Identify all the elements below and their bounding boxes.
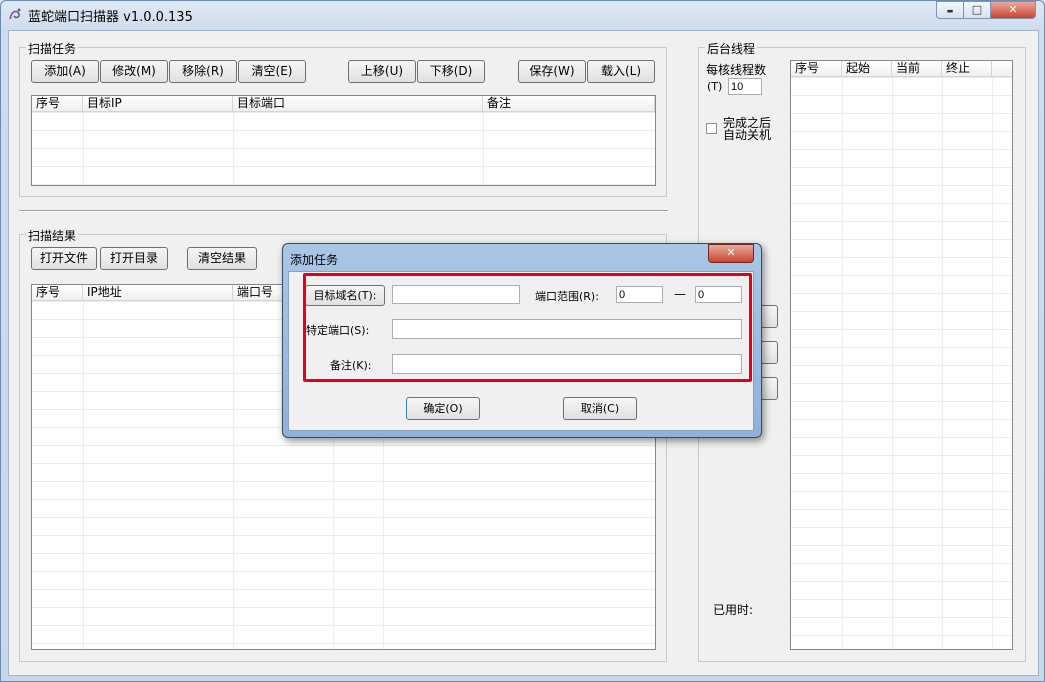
window-title: 蓝蛇端口扫描器 v1.0.0.135	[28, 10, 193, 25]
separator	[19, 210, 668, 212]
column-header[interactable]: 目标端口	[233, 96, 483, 111]
column-header[interactable]: 序号	[791, 61, 842, 76]
ok-button[interactable]: 确定(O)	[406, 397, 480, 420]
auto-shutdown-label: 完成之后 自动关机	[723, 117, 771, 141]
auto-shutdown-checkbox[interactable]	[706, 123, 717, 134]
threads-label: 后台线程	[705, 40, 758, 57]
column-header[interactable]: 序号	[32, 96, 83, 111]
maximize-icon: □	[971, 3, 983, 16]
maximize-button[interactable]: □	[963, 1, 991, 19]
task-list-rows	[32, 112, 655, 185]
open-directory-button[interactable]: 打开目录	[100, 247, 168, 270]
minimize-icon: ▬	[946, 7, 954, 15]
per-core-threads-label: 每核线程数	[706, 63, 767, 77]
column-header[interactable]: 序号	[32, 285, 83, 300]
column-header[interactable]: 起始	[842, 61, 892, 76]
move-up-button[interactable]: 上移(U)	[348, 60, 416, 83]
elapsed-time-label: 已用时:	[713, 603, 754, 617]
threads-list[interactable]: 序号 起始 当前 终止	[790, 60, 1013, 650]
clear-tasks-button[interactable]: 清空(E)	[238, 60, 306, 83]
app-icon	[9, 8, 21, 20]
per-core-threads-input[interactable]	[728, 78, 762, 95]
task-list-header: 序号 目标IP 目标端口 备注	[32, 96, 655, 112]
column-header[interactable]: IP地址	[83, 285, 233, 300]
save-button[interactable]: 保存(W)	[518, 60, 586, 83]
close-icon: ✕	[1008, 3, 1018, 16]
move-down-button[interactable]: 下移(D)	[417, 60, 485, 83]
dialog-close-button[interactable]: ✕	[708, 244, 754, 263]
load-button[interactable]: 载入(L)	[587, 60, 655, 83]
column-header[interactable]: 备注	[483, 96, 655, 111]
auto-shutdown-line2: 自动关机	[723, 128, 772, 142]
column-header[interactable]: 当前	[892, 61, 942, 76]
column-header[interactable]: 目标IP	[83, 96, 233, 111]
column-header[interactable]: 终止	[942, 61, 992, 76]
threads-list-rows	[791, 77, 1012, 649]
dialog-title: 添加任务	[290, 253, 339, 267]
remove-task-button[interactable]: 移除(R)	[169, 60, 237, 83]
cancel-button[interactable]: 取消(C)	[563, 397, 637, 420]
open-file-button[interactable]: 打开文件	[31, 247, 97, 270]
scan-tasks-label: 扫描任务	[26, 40, 79, 57]
scan-results-label: 扫描结果	[26, 227, 79, 244]
add-task-button[interactable]: 添加(A)	[31, 60, 99, 83]
close-button[interactable]: ✕	[990, 1, 1036, 19]
threads-list-header: 序号 起始 当前 终止	[791, 61, 1012, 77]
close-icon: ✕	[726, 246, 736, 259]
minimize-button[interactable]: ▬	[936, 1, 964, 19]
per-core-threads-hotkey: (T)	[707, 80, 723, 93]
task-list[interactable]: 序号 目标IP 目标端口 备注	[31, 95, 656, 186]
clear-results-button[interactable]: 清空结果	[187, 247, 257, 270]
highlight-box	[303, 273, 752, 382]
edit-task-button[interactable]: 修改(M)	[100, 60, 168, 83]
